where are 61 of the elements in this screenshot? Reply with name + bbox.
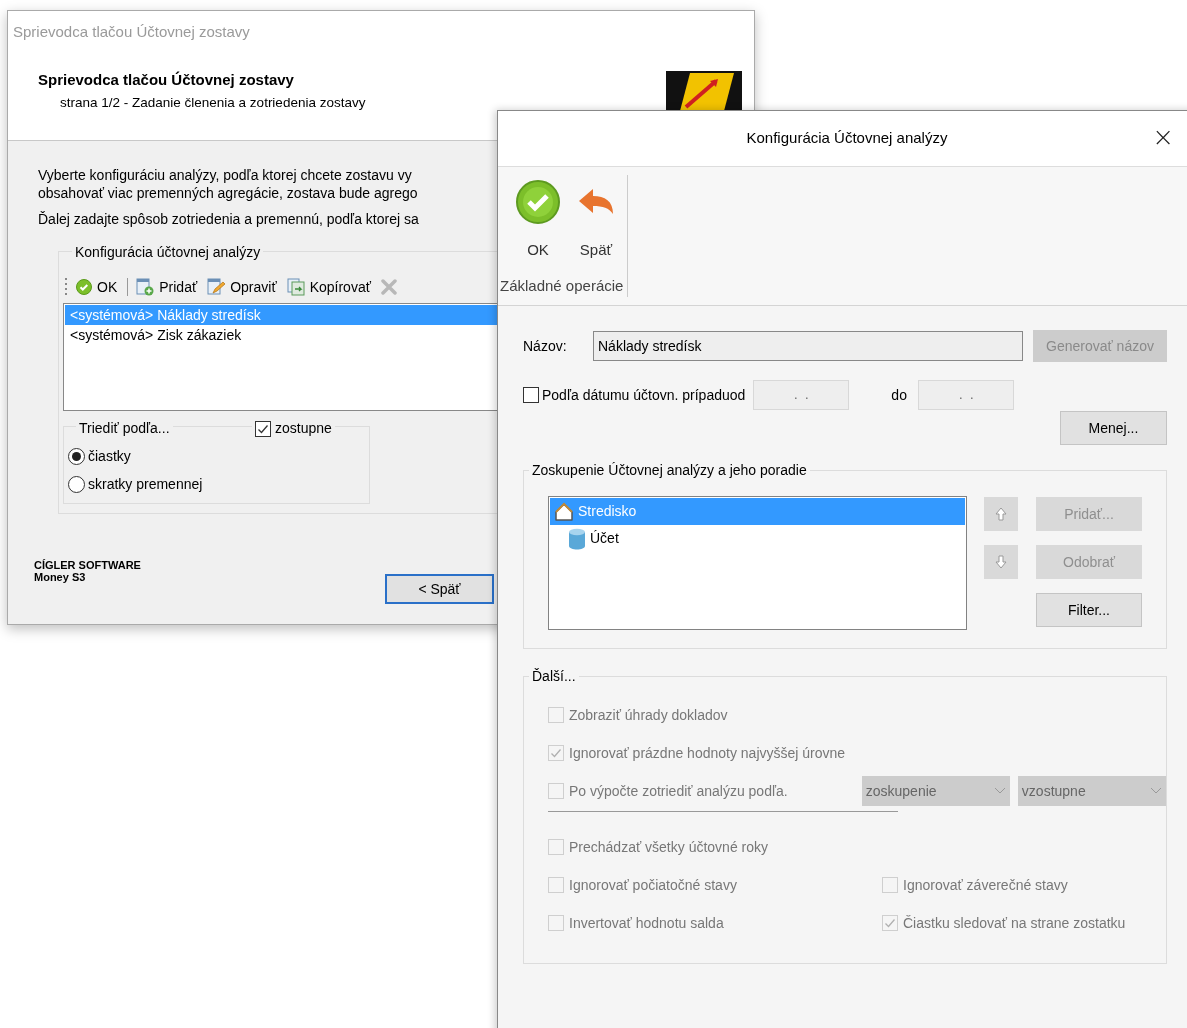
radio-label: čiastky <box>88 447 131 466</box>
field-label: od <box>729 385 746 405</box>
instruction-text: obsahovať viac premenných agregácie, zostava bude agrego <box>38 184 418 203</box>
group-legend: Zoskupenie Účtovnej analýzy a jeho poradie <box>529 460 810 481</box>
ribbon-button[interactable]: OK <box>514 179 562 262</box>
window-title: Konfigurácia Účtovnej analýzy <box>746 128 948 149</box>
checkbox-label: Prechádzať všetky účtovné roky <box>569 837 768 857</box>
brand-name: CÍGLER SOFTWARE <box>34 559 141 571</box>
wizard-subtitle: strana 1/2 - Zadanie členenia a zotriedenia zostavy <box>60 94 366 112</box>
instruction-text: Vyberte konfiguráciu analýzy, podľa ktorej chcete zostavu vy <box>38 166 412 185</box>
toolbar-grip-icon <box>65 277 68 297</box>
document-add-icon <box>136 278 155 296</box>
arrow-down-icon <box>995 555 1007 569</box>
logo-icon <box>666 71 742 111</box>
cylinder-icon <box>568 527 586 550</box>
delete-icon <box>380 279 397 295</box>
close-button[interactable]: × <box>1152 123 1174 151</box>
side-button[interactable]: Filter... <box>1036 593 1142 627</box>
check-icon <box>550 747 562 759</box>
window-title: Sprievodca tlačou Účtovnej zostavy <box>13 22 250 42</box>
document-pencil-icon <box>207 278 226 296</box>
radio-button[interactable] <box>68 448 85 465</box>
checkbox[interactable] <box>523 387 539 403</box>
checkbox-label: Ignorovať prázdne hodnoty najvyššej úrovne <box>569 743 846 763</box>
radio-button[interactable] <box>68 476 85 493</box>
checkbox[interactable] <box>255 420 271 437</box>
toolbar-button[interactable]: OK <box>74 275 120 299</box>
name-field[interactable]: Náklady stredísk <box>593 331 1023 361</box>
documents-icon <box>286 278 305 296</box>
checkbox-label: Ignorovať záverečné stavy <box>903 875 1068 895</box>
back-button[interactable]: < Späť <box>385 574 494 604</box>
check-circle-icon <box>515 179 561 225</box>
toolbar-button[interactable]: Pridať <box>134 275 200 299</box>
checkbox-label: Ignorovať počiatočné stavy <box>569 875 737 895</box>
checkbox-label: Zobraziť úhrady dokladov <box>569 705 728 725</box>
field-label: do <box>891 385 908 405</box>
chevron-down-icon <box>1150 787 1162 795</box>
house-icon <box>554 501 574 522</box>
product-name: Money S3 <box>34 571 86 583</box>
tree-item[interactable]: Účet <box>550 525 965 552</box>
arrow-up-icon <box>995 507 1007 521</box>
checkbox-label: zostupne <box>275 419 332 438</box>
instruction-text: Ďalej zadajte spôsob zotriedenia a premennú, podľa ktorej sa <box>38 210 419 229</box>
toolbar-button[interactable]: Opraviť <box>205 275 279 299</box>
date-field[interactable]: . . <box>918 380 1015 410</box>
toolbar-button[interactable]: Kopírovať <box>284 275 373 299</box>
radio-label: skratky premennej <box>88 475 203 494</box>
check-icon <box>257 422 269 435</box>
ribbon-group-label: Základné operácie <box>499 275 624 296</box>
ribbon-button[interactable]: Späť <box>572 179 620 262</box>
checkbox-label: Podľa dátumu účtovn. prípadu <box>542 385 730 405</box>
field-label: Názov: <box>523 336 568 356</box>
check-icon <box>884 917 896 929</box>
chevron-down-icon <box>993 787 1006 795</box>
date-field[interactable]: . . <box>753 380 850 410</box>
less-button[interactable]: Menej... <box>1060 411 1167 445</box>
wizard-heading: Sprievodca tlačou Účtovnej zostavy <box>38 70 294 90</box>
checkbox-label: Čiastku sledovať na strane zostatku <box>903 913 1126 933</box>
checkbox-label: Po výpočte zotriediť analýzu podľa. <box>569 781 788 801</box>
ok-icon <box>76 279 92 295</box>
checkbox-label: Invertovať hodnotu salda <box>569 913 724 933</box>
